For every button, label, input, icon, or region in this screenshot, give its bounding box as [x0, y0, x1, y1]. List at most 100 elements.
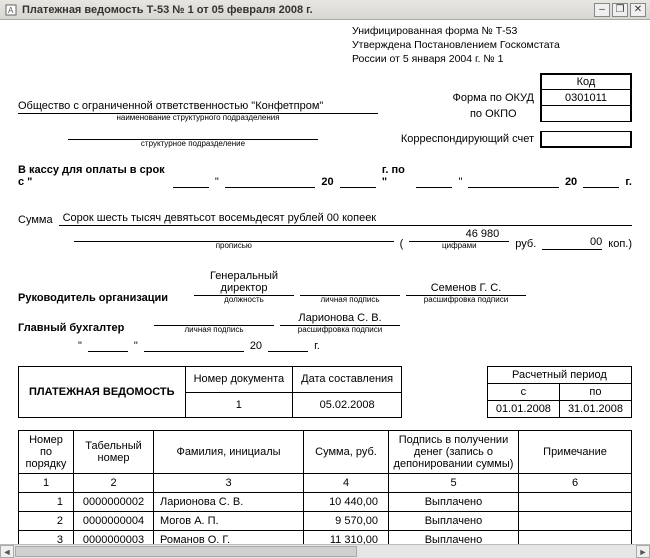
cash-to-day — [416, 174, 452, 188]
employees-table: Номер по порядку Табельный номер Фамилия… — [18, 430, 632, 544]
cell-tab: 0000000003 — [74, 531, 154, 544]
col-tab-header: Табельный номер — [74, 431, 154, 474]
head-pos-top: Генеральный — [210, 270, 278, 282]
restore-button[interactable]: ❐ — [612, 3, 628, 17]
period-from-header: с — [487, 384, 559, 401]
window-titlebar: A Платежная ведомость Т-53 № 1 от 05 фев… — [0, 0, 650, 20]
col-fio-header: Фамилия, инициалы — [154, 431, 304, 474]
scroll-right-button[interactable]: ► — [636, 545, 650, 558]
horizontal-scrollbar[interactable]: ◄ ► — [0, 544, 650, 558]
document-body: Унифицированная форма № Т-53 Утверждена … — [0, 20, 650, 544]
head-signature — [300, 282, 400, 296]
corr-account-label: Корреспондирующий счет — [395, 131, 541, 147]
cell-fio: Могов А. П. — [154, 512, 304, 531]
okpo-value — [541, 106, 631, 122]
cell-num: 2 — [19, 512, 74, 531]
app-icon: A — [4, 3, 18, 17]
sum-line: Сумма Сорок шесть тысяч девятьсот восемь… — [18, 212, 632, 226]
small-date-row: " " 20 г. — [78, 338, 632, 352]
period-from-value: 01.01.2008 — [487, 401, 559, 418]
cell-sum: 10 440,00 — [304, 493, 389, 512]
cash-from-day — [173, 174, 209, 188]
cash-to-year — [583, 174, 619, 188]
cell-num: 3 — [19, 531, 74, 544]
period-table: Расчетный период с по 01.01.2008 31.01.2… — [487, 366, 632, 418]
period-to-value: 31.01.2008 — [559, 401, 631, 418]
doc-title: ПЛАТЕЖНАЯ ВЕДОМОСТЬ — [19, 367, 186, 418]
col-num-header: Номер по порядку — [19, 431, 74, 474]
close-button[interactable]: ✕ — [630, 3, 646, 17]
cash-period-line: В кассу для оплаты в срок с " " 20 г. по… — [18, 164, 632, 188]
head-position: директор — [194, 282, 294, 296]
okpo-label: по ОКПО — [447, 106, 542, 122]
col-sum-header: Сумма, руб. — [304, 431, 389, 474]
cash-from-month — [225, 174, 316, 188]
table-row: 10000000002Ларионова С. В.10 440,00Выпла… — [19, 493, 632, 512]
cell-sign: Выплачено — [389, 512, 519, 531]
cell-sign: Выплачено — [389, 531, 519, 544]
doc-date-header: Дата составления — [293, 367, 402, 393]
cell-num: 1 — [19, 493, 74, 512]
sum-label: Сумма — [18, 214, 53, 226]
head-signer-row: Руководитель организации Генеральный дир… — [18, 270, 632, 304]
accountant-signature — [154, 312, 274, 326]
date-day — [88, 338, 128, 352]
accountant-name: Ларионова С. В. — [280, 312, 400, 326]
cell-fio: Ларионова С. В. — [154, 493, 304, 512]
sum-words-sublabel: прописью — [74, 241, 394, 250]
sum-words: Сорок шесть тысяч девятьсот восемьдесят … — [59, 212, 632, 226]
sum-num-sublabel: цифрами — [409, 241, 509, 250]
form-header-line3: России от 5 января 2004 г. № 1 — [352, 52, 632, 66]
head-name: Семенов Г. С. — [406, 282, 526, 296]
svg-text:A: A — [8, 6, 14, 15]
subunit-value — [68, 126, 318, 140]
period-header: Расчетный период — [487, 367, 631, 384]
okud-value: 0301011 — [541, 90, 631, 106]
cell-sum: 9 570,00 — [304, 512, 389, 531]
period-to-header: по — [559, 384, 631, 401]
accountant-label: Главный бухгалтер — [18, 322, 148, 334]
form-header-line1: Унифицированная форма № Т-53 — [352, 24, 632, 38]
head-label: Руководитель организации — [18, 292, 188, 304]
doc-num-header: Номер документа — [185, 367, 293, 393]
sum-rub-unit: руб. — [515, 238, 536, 250]
document-info-block: ПЛАТЕЖНАЯ ВЕДОМОСТЬ Номер документа Дата… — [18, 366, 632, 418]
organization-name: Общество с ограниченной ответственностью… — [18, 100, 378, 114]
kod-header: Код — [541, 74, 631, 90]
table-row: 30000000003Романов О. Г.11 310,00Выплаче… — [19, 531, 632, 544]
cell-tab: 0000000004 — [74, 512, 154, 531]
doc-title-table: ПЛАТЕЖНАЯ ВЕДОМОСТЬ Номер документа Дата… — [18, 366, 402, 418]
form-header-line2: Утверждена Постановлением Госкомстата — [352, 38, 632, 52]
scroll-left-button[interactable]: ◄ — [0, 545, 14, 558]
window-title: Платежная ведомость Т-53 № 1 от 05 февра… — [22, 4, 592, 16]
cell-sign: Выплачено — [389, 493, 519, 512]
cash-to-month — [468, 174, 559, 188]
cell-note — [519, 493, 632, 512]
doc-num-value: 1 — [185, 392, 293, 418]
scroll-track[interactable] — [14, 545, 636, 558]
sum-kop-unit: коп.) — [608, 238, 632, 250]
cell-note — [519, 531, 632, 544]
scroll-thumb[interactable] — [15, 546, 357, 557]
cell-note — [519, 512, 632, 531]
minimize-button[interactable]: – — [594, 3, 610, 17]
organization-sublabel: наименование структурного подразделения — [18, 113, 378, 122]
date-year — [268, 338, 308, 352]
sum-words-cont — [74, 228, 394, 242]
date-month — [144, 338, 244, 352]
okud-label: Форма по ОКУД — [447, 90, 542, 106]
cash-period-prefix: В кассу для оплаты в срок с " — [18, 164, 167, 188]
sum-rub: 46 980 — [409, 228, 509, 242]
table-row: 20000000004Могов А. П.9 570,00Выплачено — [19, 512, 632, 531]
cell-sum: 11 310,00 — [304, 531, 389, 544]
cell-fio: Романов О. Г. — [154, 531, 304, 544]
corr-account-value — [541, 131, 631, 147]
subunit-sublabel: структурное подразделение — [68, 139, 318, 148]
document-viewport[interactable]: Унифицированная форма № Т-53 Утверждена … — [0, 20, 650, 544]
accountant-signer-row: Главный бухгалтер личная подпись Ларионо… — [18, 312, 632, 334]
doc-date-value: 05.02.2008 — [293, 392, 402, 418]
col-note-header: Примечание — [519, 431, 632, 474]
form-standard-header: Унифицированная форма № Т-53 Утверждена … — [352, 24, 632, 67]
cell-tab: 0000000002 — [74, 493, 154, 512]
cash-from-year — [340, 174, 376, 188]
